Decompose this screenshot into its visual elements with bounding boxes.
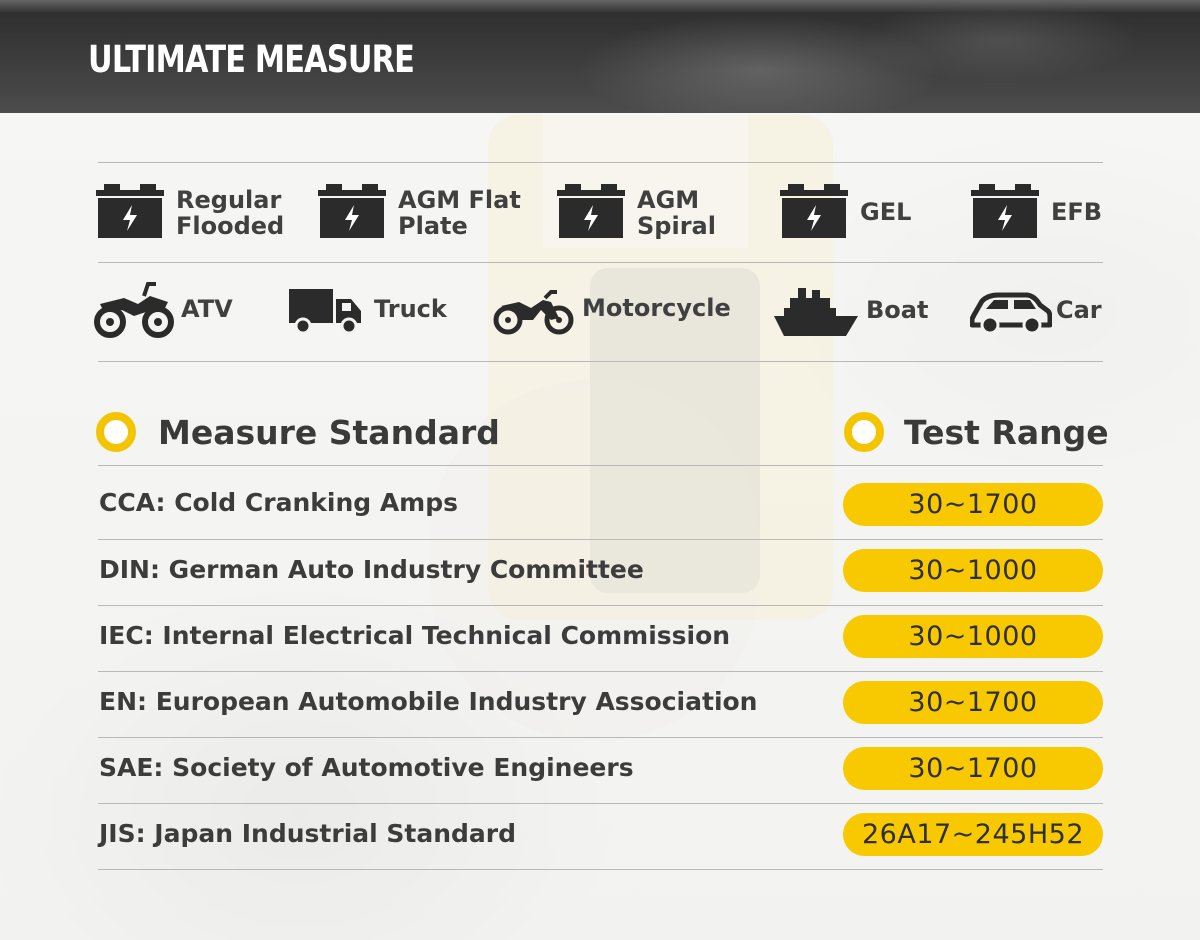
battery-type-label: Regular Flooded	[176, 186, 285, 240]
page-title: ULTIMATE MEASURE	[88, 38, 415, 81]
table-divider	[98, 465, 1103, 466]
range-value: 30~1700	[908, 489, 1038, 520]
table-divider	[98, 737, 1103, 738]
standard-label: IEC: Internal Electrical Technical Commi…	[99, 621, 731, 650]
boat-icon	[774, 288, 858, 336]
range-value: 30~1700	[908, 687, 1038, 718]
range-badge: 30~1700	[843, 483, 1103, 526]
standard-label: CCA: Cold Cranking Amps	[99, 488, 459, 517]
battery-icon	[96, 184, 164, 238]
battery-icon	[780, 184, 848, 238]
standard-label: EN: European Automobile Industry Associa…	[99, 687, 758, 716]
table-divider	[98, 803, 1103, 804]
car-icon	[970, 292, 1052, 335]
bullet-ring-icon	[844, 412, 884, 452]
table-divider	[98, 869, 1103, 870]
atv-icon	[94, 282, 174, 338]
battery-type-label: AGM Flat Plate	[398, 186, 521, 240]
truck-icon	[289, 289, 361, 335]
test-range-heading: Test Range	[904, 413, 1109, 452]
divider	[98, 162, 1103, 163]
range-value: 30~1000	[908, 621, 1038, 652]
vehicle-label: Truck	[374, 295, 447, 323]
range-badge: 30~1000	[843, 615, 1103, 658]
range-badge: 30~1700	[843, 681, 1103, 724]
range-badge: 30~1700	[843, 747, 1103, 790]
battery-type-label: AGM Spiral	[637, 186, 716, 240]
standard-label: DIN: German Auto Industry Committee	[99, 555, 644, 584]
standard-label: JIS: Japan Industrial Standard	[99, 819, 517, 848]
range-badge: 26A17~245H52	[843, 813, 1103, 856]
table-divider	[98, 671, 1103, 672]
header-banner: ULTIMATE MEASURE	[0, 0, 1200, 113]
range-value: 30~1700	[908, 753, 1038, 784]
divider	[98, 262, 1103, 263]
battery-icon	[557, 184, 625, 238]
range-value: 30~1000	[908, 555, 1038, 586]
vehicle-label: Car	[1056, 296, 1102, 324]
table-divider	[98, 539, 1103, 540]
standard-label: SAE: Society of Automotive Engineers	[99, 753, 634, 782]
divider	[98, 361, 1103, 362]
vehicle-label: Motorcycle	[582, 294, 731, 322]
battery-type-label: GEL	[860, 198, 912, 226]
measure-standard-heading: Measure Standard	[158, 413, 500, 452]
table-divider	[98, 605, 1103, 606]
range-value: 26A17~245H52	[862, 819, 1084, 850]
vehicle-label: Boat	[866, 296, 929, 324]
motorcycle-icon	[493, 290, 574, 335]
bullet-ring-icon	[96, 412, 136, 452]
battery-icon	[318, 184, 386, 238]
battery-icon	[971, 184, 1039, 238]
vehicle-label: ATV	[181, 295, 233, 323]
battery-type-label: EFB	[1051, 198, 1103, 226]
range-badge: 30~1000	[843, 549, 1103, 592]
